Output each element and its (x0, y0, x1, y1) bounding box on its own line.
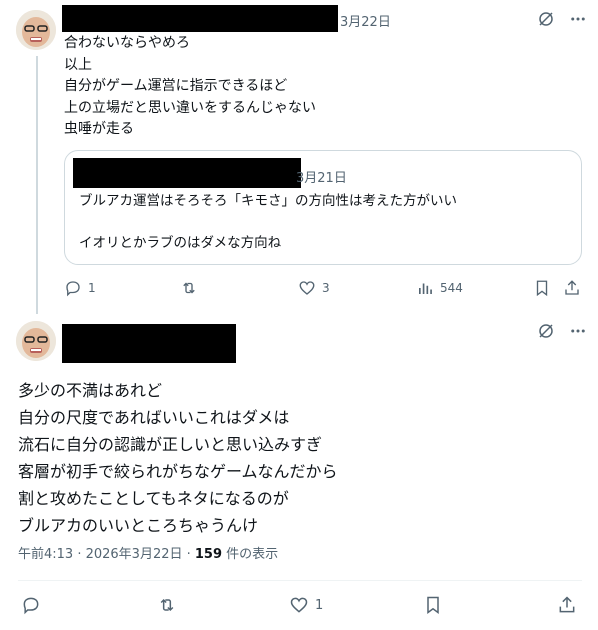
share-icon (559, 596, 575, 613)
quoted-post-date: 3月21日 (296, 171, 347, 186)
post-meta: 午前4:13 · 2026年3月22日 · 159 件の表示 (18, 543, 278, 562)
quoted-line: イオリとかラブのはダメな方向ね (79, 235, 282, 251)
reply-button[interactable]: 1 (64, 279, 96, 297)
main-post-line: 自分の尺度であればいいこれはダメは (18, 408, 290, 427)
views-button[interactable]: 544 (416, 279, 463, 297)
bookmark-button[interactable] (533, 279, 551, 297)
reply-button[interactable] (21, 595, 41, 615)
main-post-line: 多少の不満はあれど (18, 381, 163, 400)
share-button[interactable] (563, 279, 581, 297)
reply-text: 合わないならやめろ 以上 自分がゲーム運営に指示できるほど 上の立場だと思い違い… (64, 33, 316, 141)
view-count: 544 (440, 281, 463, 295)
share-icon (565, 280, 579, 295)
share-button[interactable] (557, 595, 577, 615)
thread-line (36, 56, 38, 314)
more-icon[interactable] (569, 10, 587, 28)
like-icon (290, 597, 308, 613)
like-count: 3 (322, 281, 330, 295)
redacted-quoted-username (73, 158, 301, 188)
retweet-button[interactable] (180, 279, 204, 297)
reply-line: 自分がゲーム運営に指示できるほど (64, 78, 288, 94)
divider (18, 580, 582, 581)
like-button[interactable]: 3 (298, 279, 330, 297)
quoted-line: ブルアカ運営はそろそろ「キモさ」の方向性は考えた方がいい (79, 193, 457, 209)
post-timestamp[interactable]: 午前4:13 · 2026年3月22日 · (18, 547, 195, 562)
post-top-actions (537, 322, 587, 340)
main-post-text: 多少の不満はあれど 自分の尺度であればいいこれはダメは 流石に自分の認識が正しい… (18, 377, 338, 539)
reply-line: 上の立場だと思い違いをするんじゃない (64, 99, 316, 116)
post-date[interactable]: 3月22日 (340, 11, 391, 30)
views-label: 件の表示 (222, 547, 279, 562)
main-post-line: 客層が初手で絞られがちなゲームなんだから (18, 462, 338, 481)
avatar[interactable] (16, 321, 56, 361)
quoted-post[interactable]: 3月21日 ブルアカ運営はそろそろ「キモさ」の方向性は考えた方がいい イオリとか… (64, 150, 582, 265)
like-button[interactable]: 1 (289, 595, 323, 615)
main-post-line: 流石に自分の認識が正しいと思い込みすぎ (18, 435, 323, 454)
bookmark-icon (536, 280, 548, 297)
more-icon[interactable] (569, 322, 587, 340)
reply-icon (66, 281, 80, 297)
bookmark-icon (427, 596, 439, 614)
main-post-line: ブルアカのいいところちゃうんけ (18, 516, 259, 535)
retweet-icon (160, 598, 174, 612)
views-icon (419, 283, 432, 294)
reply-line: 合わないならやめろ (64, 35, 190, 51)
quoted-post-text: ブルアカ運営はそろそろ「キモさ」の方向性は考えた方がいい イオリとかラブのはダメ… (79, 191, 457, 254)
reply-icon (23, 597, 39, 615)
grok-icon[interactable] (537, 10, 555, 28)
reply-line: 以上 (64, 56, 92, 73)
bookmark-button[interactable] (423, 595, 443, 615)
retweet-button[interactable] (157, 595, 177, 615)
like-icon (299, 281, 315, 295)
like-count: 1 (315, 597, 324, 613)
redacted-username (62, 5, 338, 32)
grok-icon[interactable] (537, 322, 555, 340)
reply-line: 虫唾が走る (64, 121, 134, 137)
main-post-line: 割と攻めたことしてもネタになるのが (18, 489, 289, 508)
avatar[interactable] (16, 10, 56, 50)
views-count[interactable]: 159 (195, 547, 222, 562)
post-top-actions (537, 10, 587, 28)
retweet-icon (183, 282, 195, 294)
reply-count: 1 (88, 281, 96, 295)
redacted-username (62, 324, 236, 363)
